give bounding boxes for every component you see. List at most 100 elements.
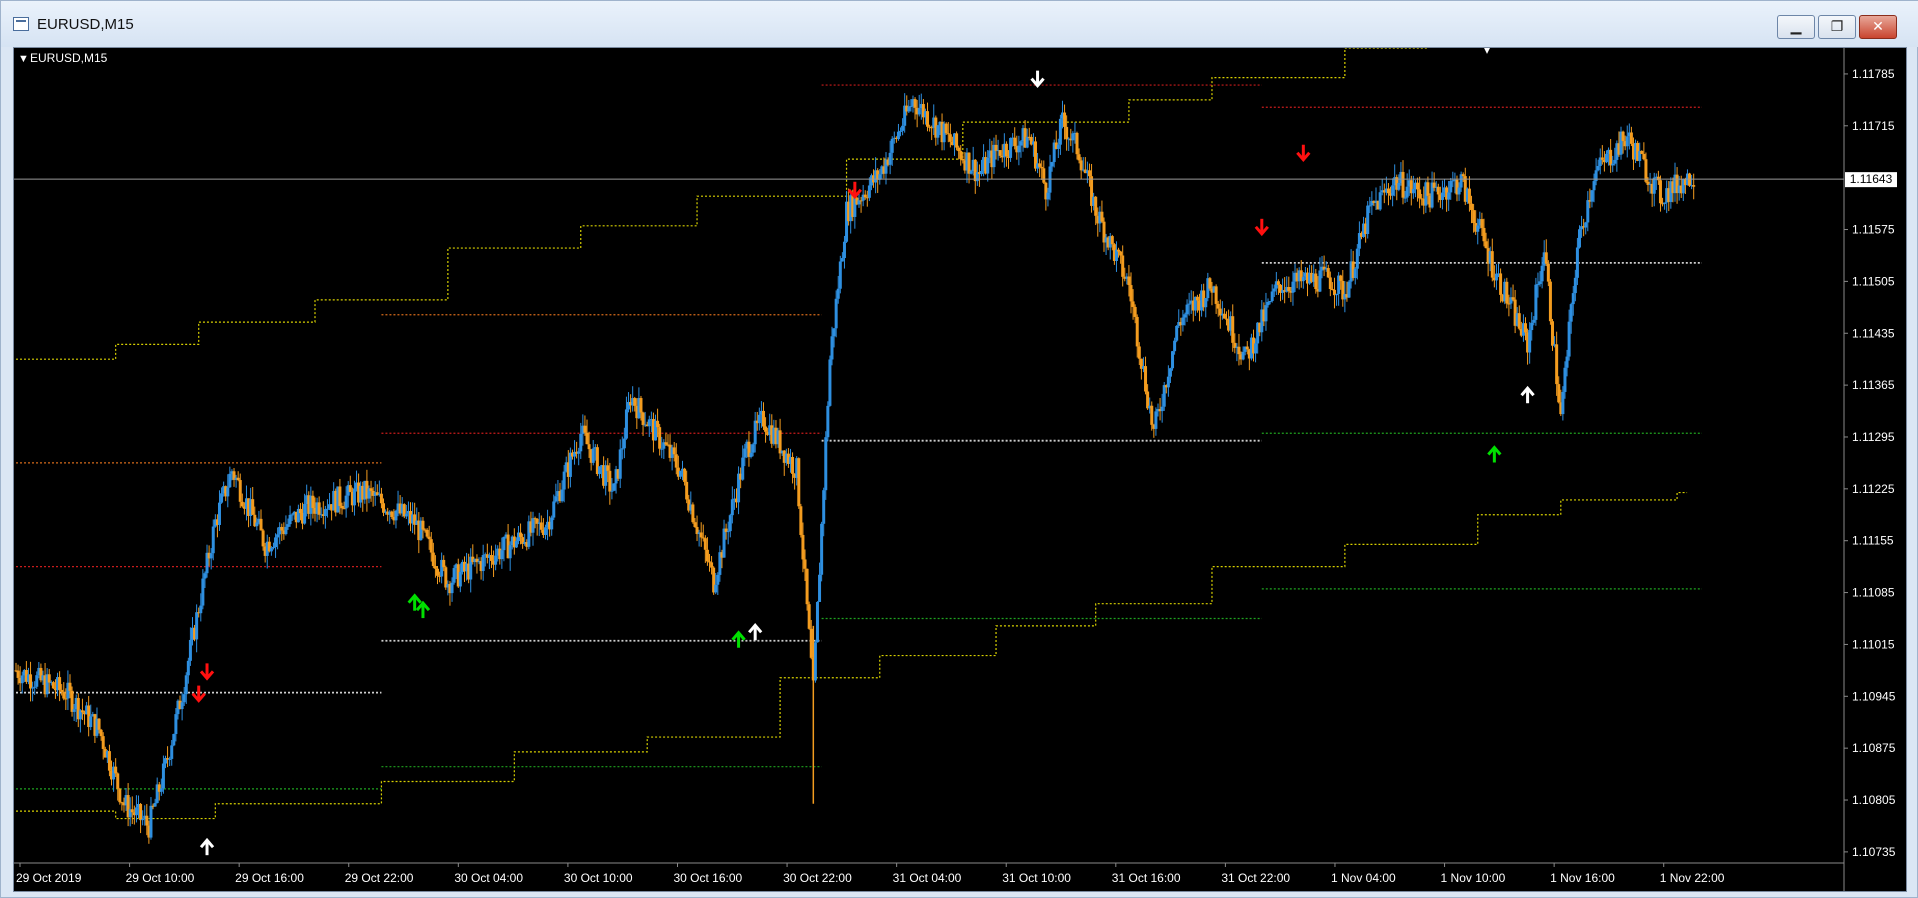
candle-bull <box>622 438 626 449</box>
candle-bear <box>379 493 383 504</box>
candle-bear <box>1555 344 1559 385</box>
price-tick-label: 1.10875 <box>1852 741 1896 755</box>
candle-bear <box>251 499 255 515</box>
candle-bear <box>764 426 768 432</box>
candle-bull <box>182 694 186 703</box>
restore-icon: ❐ <box>1830 19 1844 35</box>
candle-bull <box>714 584 718 593</box>
candle-bear <box>427 536 431 540</box>
candle-bull <box>1528 330 1532 353</box>
terminal-chart-window: EURUSD,M15 ▁ ❐ ✕ 1.11785 1.11715 1.11575 1.… <box>0 0 1918 898</box>
candle-bear <box>1470 203 1474 211</box>
candle-bear <box>58 677 62 690</box>
candle-bear <box>1416 182 1420 190</box>
minimize-icon: ▁ <box>1790 19 1802 35</box>
candle-bull <box>1586 200 1590 223</box>
candle-bull <box>1046 192 1050 200</box>
price-chart-svg[interactable]: 1.11785 1.11715 1.11575 1.11505 1.11435 1.113… <box>14 39 1906 891</box>
close-icon: ✕ <box>1872 19 1884 35</box>
price-chart-area[interactable]: 1.11785 1.11715 1.11575 1.11505 1.11435 1.113… <box>13 39 1907 892</box>
candle-bear <box>1087 170 1091 177</box>
candle-bull <box>211 526 215 554</box>
candle-bull <box>1366 205 1370 234</box>
candle-bull <box>1019 141 1023 146</box>
candle-bull <box>830 336 834 360</box>
candle-bull <box>836 288 840 299</box>
close-button[interactable]: ✕ <box>1859 15 1897 39</box>
chart-shift-marker-icon[interactable]: ▾ <box>1484 43 1490 57</box>
candle-bear <box>1330 289 1334 291</box>
candle-bull <box>624 409 628 439</box>
candle-bull <box>1162 385 1166 407</box>
symbol-label-group[interactable]: ▼ EURUSD,M15 <box>18 51 108 65</box>
candle-bear <box>1644 159 1648 182</box>
candle-bull <box>751 444 755 453</box>
candle-bull <box>936 125 940 138</box>
candle-bull <box>620 448 624 450</box>
current-price-label: 1.11643 <box>1850 172 1893 186</box>
candle-bear <box>1339 275 1343 281</box>
candle-bear <box>116 773 120 789</box>
candle-bear <box>311 495 315 509</box>
candle-bull <box>170 745 174 759</box>
candle-bear <box>683 468 687 482</box>
restore-button[interactable]: ❐ <box>1818 15 1856 39</box>
candle-bear <box>1436 186 1440 195</box>
candle-bear <box>1042 168 1046 183</box>
candle-bear <box>1548 281 1552 322</box>
candle-bear <box>259 518 263 531</box>
candle-bear <box>382 503 386 513</box>
time-tick-label: 29 Oct 16:00 <box>235 871 304 885</box>
candle-bull <box>815 601 819 643</box>
candle-bull <box>1604 153 1608 163</box>
candle-bull <box>217 502 221 525</box>
candle-bull <box>274 537 278 548</box>
candle-bear <box>1480 219 1484 228</box>
candle-bull <box>344 495 348 509</box>
candle-bear <box>639 398 643 413</box>
candle-bear <box>1328 277 1332 290</box>
candle-bear <box>799 506 803 535</box>
candle-bear <box>68 682 72 691</box>
stepped-level-line <box>16 491 1688 820</box>
candle-bear <box>1461 174 1465 177</box>
candle-bull <box>174 714 178 735</box>
candle-bull <box>1272 288 1276 292</box>
candle-bear <box>1276 281 1280 285</box>
candle-bull <box>1391 185 1395 196</box>
time-tick-label: 30 Oct 04:00 <box>454 871 523 885</box>
candle-bear <box>587 444 591 450</box>
candle-bull <box>832 328 836 337</box>
candle-bull <box>168 758 172 760</box>
chart-collapse-triangle-icon[interactable]: ▼ <box>18 53 29 65</box>
candle-bear <box>583 425 587 433</box>
candle-bull <box>1171 351 1175 369</box>
candle-bear <box>994 144 998 151</box>
candle-bear <box>699 532 703 538</box>
candle-bear <box>801 534 805 560</box>
candle-bear <box>1075 132 1079 155</box>
candle-bull <box>1534 284 1538 320</box>
candle-bear <box>280 526 284 531</box>
minimize-button[interactable]: ▁ <box>1777 15 1815 39</box>
candle-bear <box>1472 210 1476 224</box>
candle-bear <box>238 480 242 502</box>
candle-bear <box>1546 263 1550 282</box>
candle-bear <box>1216 303 1220 309</box>
time-axis[interactable]: 29 Oct 2019 29 Oct 10:00 29 Oct 16:00 29 Oc… <box>16 863 1725 885</box>
candle-bear <box>863 194 867 198</box>
candle-bull <box>1266 301 1270 306</box>
candle-bull <box>1449 180 1453 193</box>
candle-bull <box>909 106 913 108</box>
candle-bull <box>255 522 259 527</box>
candle-bull <box>1571 293 1575 305</box>
candle-bear <box>1507 303 1511 305</box>
window-titlebar[interactable]: EURUSD,M15 ▁ ❐ ✕ <box>1 1 1918 47</box>
time-tick-label: 30 Oct 22:00 <box>783 871 852 885</box>
candle-bear <box>1214 286 1218 304</box>
white-down-arrow-icon <box>1030 70 1045 88</box>
candle-bull <box>1577 229 1581 248</box>
candle-bull <box>209 553 213 559</box>
candle-bear <box>1079 160 1083 171</box>
candle-bull <box>1536 284 1540 286</box>
